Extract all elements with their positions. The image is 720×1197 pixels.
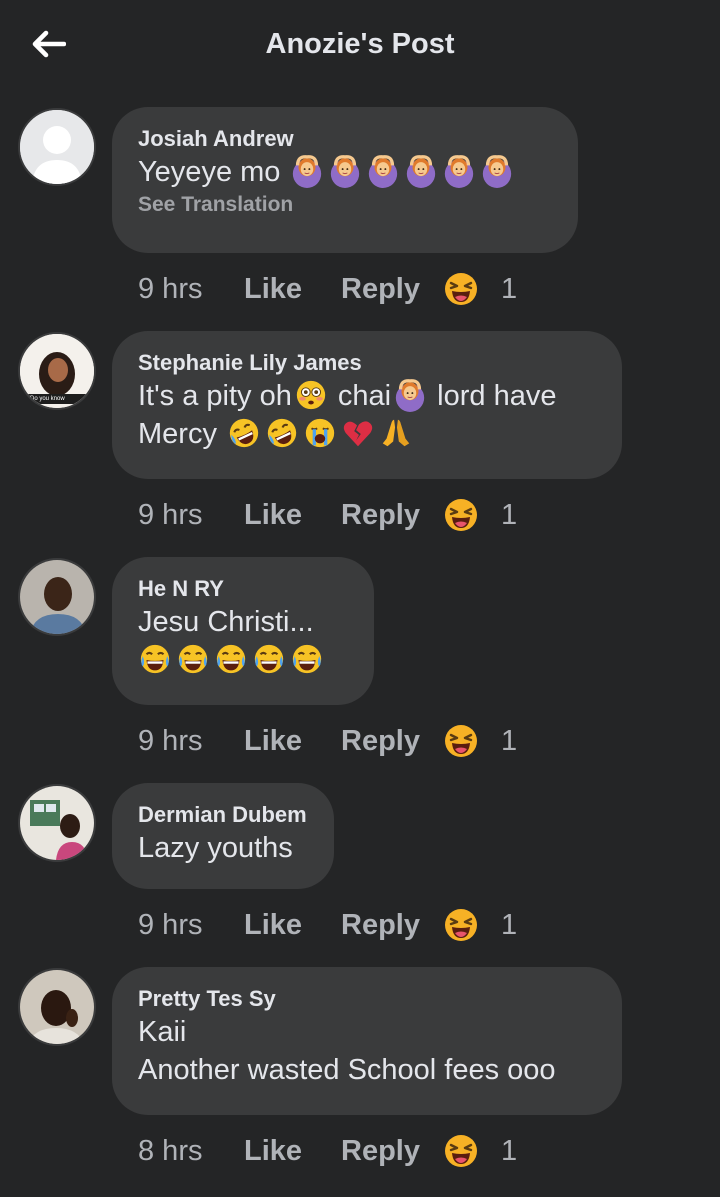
like-button[interactable]: Like [244, 909, 341, 942]
laughing-face-icon [443, 271, 479, 307]
rofl-icon [265, 416, 299, 450]
rofl-icon [227, 416, 261, 450]
reaction-badge[interactable] [443, 1131, 487, 1171]
avatar[interactable] [18, 784, 96, 862]
like-button[interactable]: Like [244, 725, 341, 758]
woman-gesturing-ok-icon [393, 378, 427, 412]
reply-button[interactable]: Reply [341, 1135, 443, 1168]
laughing-face-icon [443, 1133, 479, 1169]
comment-author[interactable]: He N RY [138, 575, 348, 603]
default-avatar-icon [20, 110, 94, 184]
reaction-count: 1 [501, 498, 518, 531]
face-with-tears-of-joy-icon [138, 642, 172, 676]
reaction-badge[interactable] [443, 905, 487, 945]
folded-hands-icon [379, 416, 413, 450]
reply-button[interactable]: Reply [341, 725, 443, 758]
face-with-tears-of-joy-icon [176, 642, 210, 676]
comment-author[interactable]: Dermian Dubem [138, 801, 308, 829]
comment-actions: 8 hrs Like Reply 1 [138, 1131, 517, 1171]
comment-text: Yeyeye mo [138, 153, 552, 191]
avatar[interactable]: Do you know [18, 332, 96, 410]
woman-gesturing-ok-icon [328, 154, 362, 188]
face-with-tears-of-joy-icon [214, 642, 248, 676]
reaction-count: 1 [501, 1134, 518, 1167]
loudly-crying-face-icon [303, 416, 337, 450]
comment-bubble[interactable]: Pretty Tes Sy Kaii Another wasted School… [112, 967, 622, 1115]
laughing-face-icon [443, 907, 479, 943]
reaction-count: 1 [501, 908, 518, 941]
comment-bubble[interactable]: Josiah Andrew Yeyeye mo See Translation [112, 107, 578, 253]
comment-author[interactable]: Stephanie Lily James [138, 349, 596, 377]
comment-author[interactable]: Josiah Andrew [138, 125, 552, 153]
avatar[interactable] [18, 968, 96, 1046]
woman-gesturing-ok-icon [366, 154, 400, 188]
reaction-count: 1 [501, 272, 518, 305]
comment-actions: 9 hrs Like Reply 1 [138, 905, 517, 945]
woman-gesturing-ok-icon [480, 154, 514, 188]
profile-photo [20, 786, 94, 860]
profile-photo [20, 560, 94, 634]
comment-text: Jesu Christi... [138, 606, 314, 638]
avatar[interactable] [18, 558, 96, 636]
comment-bubble[interactable]: Stephanie Lily James It's a pity oh chai… [112, 331, 622, 479]
reply-button[interactable]: Reply [341, 499, 443, 532]
comment-time: 9 hrs [138, 272, 203, 305]
avatar[interactable] [18, 108, 96, 186]
woman-gesturing-ok-icon [404, 154, 438, 188]
like-button[interactable]: Like [244, 499, 341, 532]
comment-time: 8 hrs [138, 1134, 203, 1167]
comment-time: 9 hrs [138, 908, 203, 941]
face-with-tears-of-joy-icon [252, 642, 286, 676]
comment-text: Lazy youths [138, 832, 293, 864]
comment-bubble[interactable]: He N RY Jesu Christi... [112, 557, 374, 705]
like-button[interactable]: Like [244, 273, 341, 306]
comment-time: 9 hrs [138, 724, 203, 757]
comment-emojis [136, 641, 348, 679]
comment-bubble[interactable]: Dermian Dubem Lazy youths [112, 783, 334, 889]
comment-text: Another wasted School fees ooo [138, 1054, 556, 1086]
flushed-face-icon [294, 378, 328, 412]
face-with-tears-of-joy-icon [290, 642, 324, 676]
comment-time: 9 hrs [138, 498, 203, 531]
broken-heart-icon [341, 416, 375, 450]
page-title: Anozie's Post [265, 28, 455, 60]
reaction-badge[interactable] [443, 495, 487, 535]
comment-text-part: It's a pity oh [138, 380, 292, 412]
laughing-face-icon [443, 723, 479, 759]
woman-gesturing-ok-icon [290, 154, 324, 188]
woman-gesturing-ok-icon [442, 154, 476, 188]
app-header: Anozie's Post [0, 0, 720, 95]
reaction-badge[interactable] [443, 721, 487, 761]
comment-text-content: Yeyeye mo [138, 156, 281, 188]
reaction-badge[interactable] [443, 269, 487, 309]
reply-button[interactable]: Reply [341, 909, 443, 942]
comment-actions: 9 hrs Like Reply 1 [138, 721, 517, 761]
avatar-caption: Do you know [30, 396, 65, 402]
reaction-count: 1 [501, 724, 518, 757]
see-translation-link[interactable]: See Translation [138, 193, 552, 217]
laughing-face-icon [443, 497, 479, 533]
comment-actions: 9 hrs Like Reply 1 [138, 495, 517, 535]
profile-photo [20, 970, 94, 1044]
comment-text: Mercy [138, 415, 596, 453]
comment-text: Kaii [138, 1016, 187, 1048]
like-button[interactable]: Like [244, 1135, 341, 1168]
comment-actions: 9 hrs Like Reply 1 [138, 269, 517, 309]
comment-text: It's a pity oh chai lord have [138, 377, 596, 415]
comment-text-part: lord have [429, 380, 557, 412]
comment-author[interactable]: Pretty Tes Sy [138, 985, 596, 1013]
comment-text-part: chai [329, 380, 392, 412]
reply-button[interactable]: Reply [341, 273, 443, 306]
comment-text-part: Mercy [138, 418, 225, 450]
